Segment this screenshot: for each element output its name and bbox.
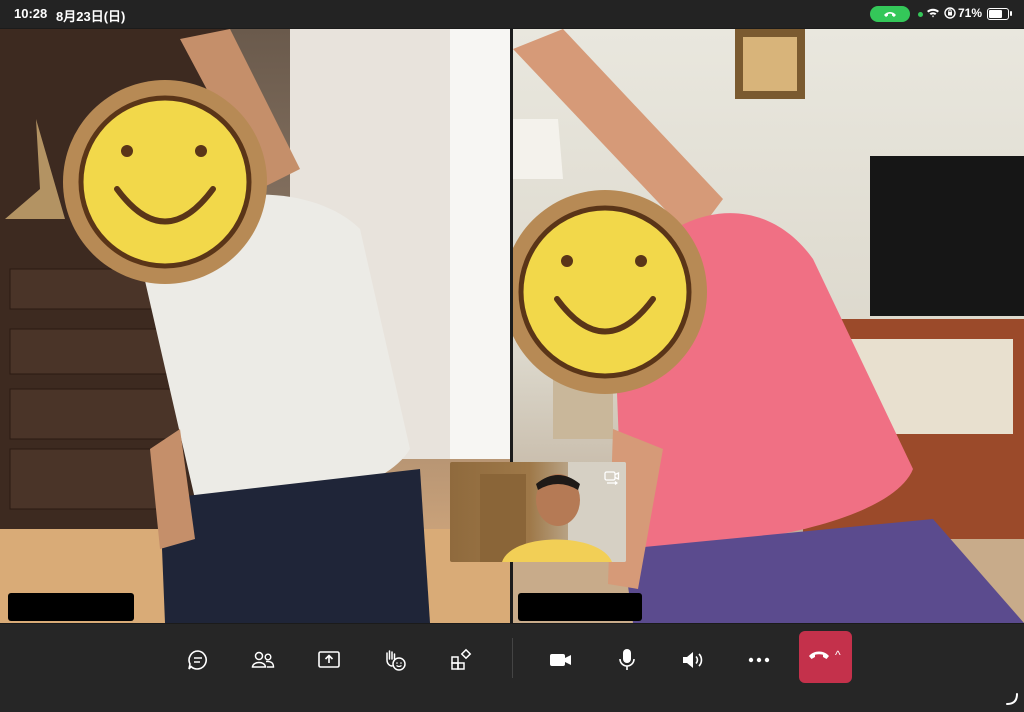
self-view-video[interactable] [450,462,626,562]
battery-percent: 71% [958,6,983,20]
apps-icon [451,648,472,670]
end-call-icon [809,651,829,659]
speaker-button[interactable] [671,638,715,682]
more-options-button[interactable] [737,638,781,682]
participant-video-left[interactable] [0,29,510,623]
participant-name-redacted [518,593,642,621]
status-date: 8月23日(日) [56,9,126,24]
participants-button[interactable] [241,638,285,682]
status-bar: 10:28 8月23日(日) 71% [0,0,1024,28]
toolbar-separator [512,638,513,678]
switch-camera-icon[interactable] [604,470,620,486]
microphone-icon [619,649,635,670]
self-view-scene [480,462,626,562]
camera-in-use-dot [918,12,923,17]
call-controls-toolbar: ^ [0,624,1024,712]
status-time: 10:28 [14,6,48,21]
apps-button[interactable] [439,638,483,682]
smiley-face-sticker-left [63,80,267,284]
battery-level-fill [989,10,1002,18]
chat-button[interactable] [176,638,220,682]
orientation-lock-icon [944,7,956,19]
raise-hand-reactions-icon [386,650,406,671]
share-screen-icon [318,651,340,668]
end-call-options-caret[interactable]: ^ [835,648,841,662]
camera-button[interactable] [539,638,583,682]
reactions-button[interactable] [373,638,417,682]
smiley-face-sticker-right [513,190,707,394]
chat-icon [188,650,207,670]
participants-icon [251,651,275,668]
participant-name-redacted [8,593,134,621]
speaker-icon [683,652,703,668]
phone-icon [884,12,896,17]
battery-icon [987,8,1009,20]
active-call-pill[interactable] [870,6,910,22]
resize-corner-icon [1006,693,1018,705]
share-screen-button[interactable] [307,638,351,682]
more-options-icon [748,657,770,663]
wifi-icon [927,8,939,18]
end-call-button[interactable]: ^ [799,631,852,683]
camera-icon [550,654,571,666]
microphone-button[interactable] [605,638,649,682]
battery-tip [1010,11,1012,16]
